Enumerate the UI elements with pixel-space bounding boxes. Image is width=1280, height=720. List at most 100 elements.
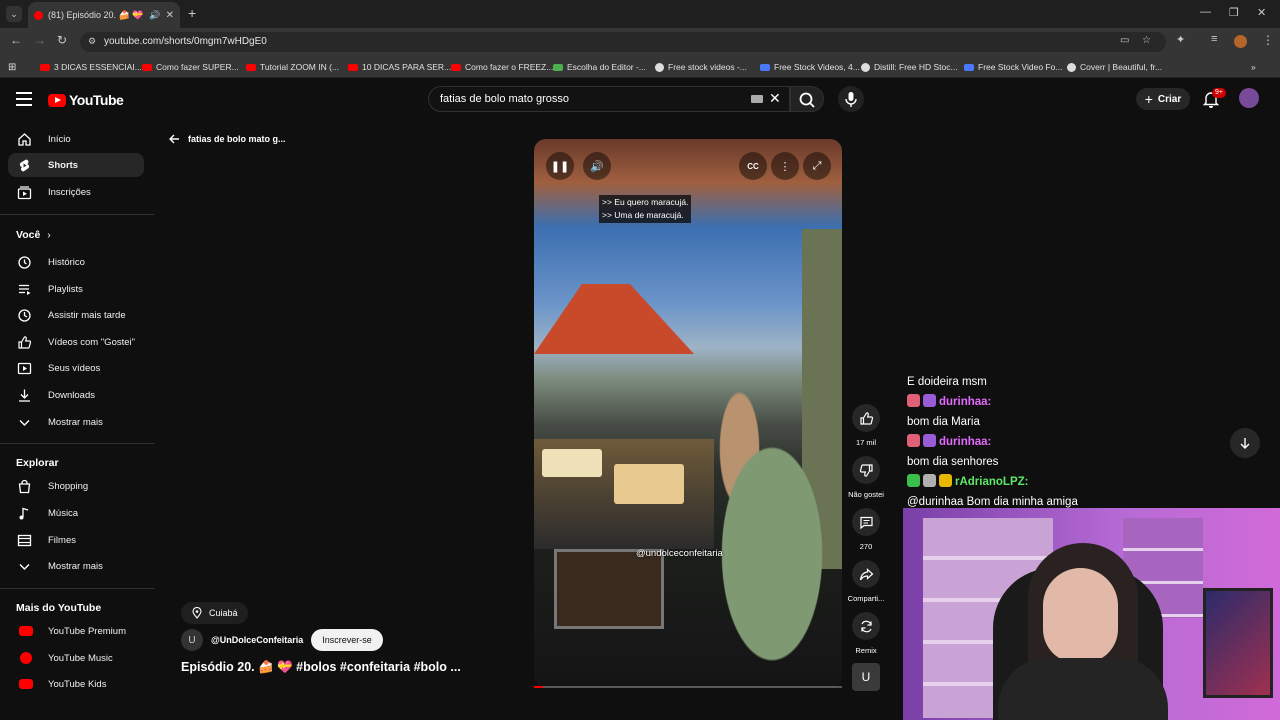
remix-button[interactable]: Remix: [850, 612, 882, 655]
apps-icon[interactable]: ⊞: [8, 60, 16, 74]
browser-tab[interactable]: (81) Episódio 20. 🍰 💝 #bo 🔊 ✕: [28, 2, 180, 28]
dislike-label: Não gostei: [848, 490, 884, 499]
chat-message: bom dia Maria: [907, 416, 980, 428]
notification-badge: 9+: [1212, 88, 1226, 98]
reload-icon[interactable]: ↻: [57, 33, 67, 47]
bookmark-label: Distill: Free HD Stoc...: [874, 62, 958, 72]
sidebar-item-shorts[interactable]: Shorts: [8, 153, 144, 177]
bookmark-item[interactable]: Coverr | Beautiful, fr...: [1067, 60, 1162, 74]
bookmark-star-icon[interactable]: ☆: [1142, 35, 1151, 46]
browser-menu-icon[interactable]: ⋮: [1262, 33, 1274, 47]
search-input[interactable]: fatias de bolo mato grosso ✕: [428, 86, 790, 112]
dislike-button[interactable]: Não gostei: [848, 456, 884, 499]
bookmark-item[interactable]: Escolha do Editor -...: [553, 60, 646, 74]
bookmark-item[interactable]: Como fazer o FREEZ...: [451, 60, 553, 74]
address-bar[interactable]: ⚙ youtube.com/shorts/0mgm7wHDgE0 ▭ ☆: [80, 32, 1166, 52]
sidebar-item-shopping[interactable]: Shopping: [8, 474, 144, 498]
location-pin-icon: [192, 607, 202, 619]
media-control-icon[interactable]: ≡: [1211, 33, 1217, 45]
sidebar-item-videos-gostei[interactable]: Vídeos com "Gostei": [8, 330, 144, 354]
forward-icon[interactable]: →: [34, 33, 46, 47]
voice-search-button[interactable]: [838, 86, 864, 112]
bookmark-item[interactable]: Tutorial ZOOM IN (...: [246, 60, 339, 74]
thumbs-down-icon: [859, 463, 873, 477]
sidebar-item-historico[interactable]: Histórico: [8, 250, 144, 274]
minimize-icon[interactable]: —: [1200, 6, 1211, 18]
more-options-icon[interactable]: ⋮: [771, 152, 799, 180]
arrow-down-icon: [1240, 438, 1250, 449]
like-button[interactable]: 17 mil: [850, 404, 882, 447]
video-scene-person: [694, 389, 824, 688]
comments-button[interactable]: 270: [850, 508, 882, 551]
plus-icon: +: [1144, 91, 1153, 107]
close-tab-icon[interactable]: ✕: [166, 10, 174, 21]
site-info-icon[interactable]: ⚙: [88, 36, 96, 47]
video-scene-tent: [534, 284, 694, 354]
short-title[interactable]: Episódio 20. 🍰 💝 #bolos #confeitaria #bo…: [181, 660, 461, 675]
video-progress-bar[interactable]: [534, 686, 842, 688]
vecteezy-favicon-icon: [760, 63, 770, 71]
captions-button[interactable]: CC: [739, 152, 767, 180]
sidebar-item-inscricoes[interactable]: Inscrições: [8, 180, 144, 204]
sidebar-item-filmes[interactable]: Filmes: [8, 528, 144, 552]
location-chip[interactable]: Cuiabá: [181, 602, 248, 624]
sidebar-item-assistir-mais-tarde[interactable]: Assistir mais tarde: [8, 303, 144, 327]
bookmark-item[interactable]: 10 DICAS PARA SER...: [348, 60, 451, 74]
chat-username: durinhaa:: [939, 436, 992, 448]
restore-icon[interactable]: ❐: [1229, 6, 1239, 19]
sidebar-item-label: Histórico: [48, 256, 85, 268]
bookmark-item[interactable]: 3 DICAS ESSENCIAI...: [40, 60, 142, 74]
tab-search-button[interactable]: ⌄: [6, 6, 22, 22]
search-button[interactable]: [790, 86, 824, 112]
sidebar-item-youtube-music[interactable]: YouTube Music: [8, 646, 144, 670]
volume-button[interactable]: 🔊: [583, 152, 611, 180]
more-bookmarks-icon[interactable]: »: [1251, 60, 1256, 74]
bookmark-label: Como fazer o FREEZ...: [465, 62, 554, 72]
scroll-down-button[interactable]: [1230, 428, 1260, 458]
sidebar-item-seus-videos[interactable]: Seus vídeos: [8, 356, 144, 380]
sidebar-item-label: YouTube Kids: [48, 678, 107, 690]
bookmark-item[interactable]: Distill: Free HD Stoc...: [861, 60, 958, 74]
pause-button[interactable]: ❚❚: [546, 152, 574, 180]
cast-icon[interactable]: ▭: [1120, 35, 1129, 46]
sidebar-item-label: Mostrar mais: [48, 416, 103, 428]
youtube-logo[interactable]: YouTube: [48, 92, 124, 108]
back-icon[interactable]: ←: [10, 33, 22, 47]
bookmark-item[interactable]: Como fazer SUPER...: [142, 60, 239, 74]
sidebar-item-mostrar-mais-explorar[interactable]: Mostrar mais: [8, 554, 144, 578]
sidebar-heading-voce[interactable]: Você ›: [16, 229, 51, 241]
share-button[interactable]: Comparti...: [848, 560, 884, 603]
channel-avatar[interactable]: U: [181, 629, 203, 651]
bookmark-item[interactable]: Free Stock Video Fo...: [964, 60, 1062, 74]
sound-thumbnail[interactable]: U: [850, 663, 882, 691]
sidebar-item-musica[interactable]: Música: [8, 501, 144, 525]
clear-search-icon[interactable]: ✕: [769, 90, 781, 107]
download-icon: [19, 389, 30, 402]
sidebar-heading-explorar: Explorar: [16, 457, 59, 469]
close-window-icon[interactable]: ✕: [1257, 6, 1266, 19]
channel-name[interactable]: @UnDolceConfeitaria: [211, 635, 303, 645]
sidebar-item-downloads[interactable]: Downloads: [8, 383, 144, 407]
tab-audio-icon[interactable]: 🔊: [149, 10, 160, 21]
coverr-favicon-icon: [1067, 62, 1076, 72]
new-tab-button[interactable]: +: [188, 5, 196, 21]
fullscreen-icon[interactable]: ⤢: [803, 152, 831, 180]
account-avatar[interactable]: [1239, 88, 1259, 108]
sidebar-item-inicio[interactable]: Início: [8, 127, 144, 151]
extensions-icon[interactable]: ✦: [1176, 33, 1185, 46]
sidebar-item-mostrar-mais[interactable]: Mostrar mais: [8, 410, 144, 434]
subscribe-button[interactable]: Inscrever-se: [311, 629, 383, 651]
sidebar-item-label: Shopping: [48, 480, 89, 492]
bookmark-item[interactable]: Free Stock Videos, 4...: [760, 60, 860, 74]
back-to-search-link[interactable]: fatias de bolo mato g...: [168, 133, 286, 145]
home-icon: [18, 132, 31, 146]
keyboard-icon[interactable]: [751, 95, 763, 103]
create-button[interactable]: + Criar: [1136, 88, 1190, 110]
bookmark-item[interactable]: Free stock videos -...: [655, 60, 747, 74]
menu-icon[interactable]: [16, 92, 32, 110]
remix-icon: [860, 620, 872, 632]
sidebar-item-playlists[interactable]: Playlists: [8, 277, 144, 301]
profile-icon[interactable]: [1234, 35, 1247, 48]
sidebar-item-youtube-premium[interactable]: YouTube Premium: [8, 619, 144, 643]
shopping-icon: [18, 479, 31, 493]
